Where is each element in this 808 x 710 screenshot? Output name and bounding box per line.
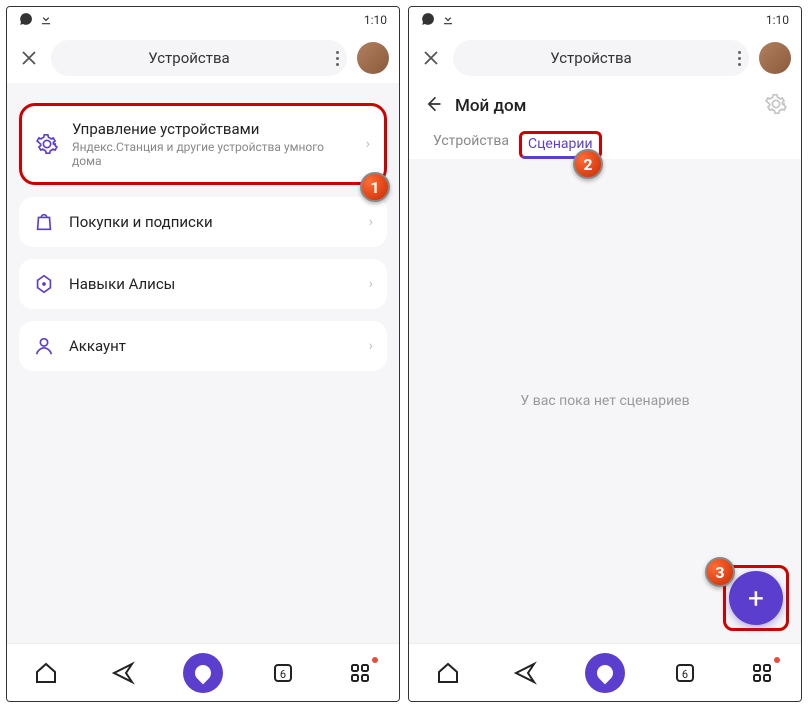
item-title: Управление устройствами xyxy=(72,120,352,138)
scenarios-body: У вас пока нет сценариев + 3 xyxy=(409,159,801,643)
close-button[interactable] xyxy=(17,46,41,70)
callout-badge-2: 2 xyxy=(573,149,603,179)
settings-icon[interactable] xyxy=(765,93,787,119)
item-title: Аккаунт xyxy=(69,337,355,355)
phone-screen-2: 1:10 Устройства Мой дом Устройства Сцена… xyxy=(408,6,802,702)
settings-content: Управление устройствами Яндекс.Станция и… xyxy=(7,83,399,643)
status-bar: 1:10 xyxy=(409,7,801,33)
close-button[interactable] xyxy=(419,46,443,70)
whatsapp-icon xyxy=(19,12,33,29)
nav-tabs[interactable]: 6 xyxy=(265,655,301,691)
avatar[interactable] xyxy=(357,42,389,74)
item-manage-devices[interactable]: Управление устройствами Яндекс.Станция и… xyxy=(19,103,387,185)
plus-icon: + xyxy=(748,582,764,615)
more-icon[interactable] xyxy=(327,51,347,66)
page-title: Мой дом xyxy=(455,96,753,116)
nav-send[interactable] xyxy=(105,655,141,691)
item-account[interactable]: Аккаунт › xyxy=(19,321,387,371)
back-button[interactable] xyxy=(423,94,443,118)
callout-badge-1: 1 xyxy=(360,172,390,202)
nav-apps[interactable] xyxy=(342,655,378,691)
person-icon xyxy=(33,335,55,357)
page-subheader: Мой дом Устройства Сценарии 2 xyxy=(409,83,801,159)
header: Устройства xyxy=(7,33,399,83)
nav-alice[interactable] xyxy=(183,653,223,693)
header: Устройства xyxy=(409,33,801,83)
empty-state-text: У вас пока нет сценариев xyxy=(409,393,801,409)
nav-home[interactable] xyxy=(430,655,466,691)
svg-text:6: 6 xyxy=(279,668,285,681)
notification-dot xyxy=(372,657,378,663)
nav-send[interactable] xyxy=(507,655,543,691)
nav-alice[interactable] xyxy=(585,653,625,693)
alice-icon xyxy=(33,273,55,295)
item-purchases[interactable]: Покупки и подписки › xyxy=(19,197,387,247)
avatar[interactable] xyxy=(759,42,791,74)
svg-text:6: 6 xyxy=(681,668,687,681)
chevron-right-icon: › xyxy=(369,338,373,354)
bag-icon xyxy=(33,211,55,233)
phone-screen-1: 1:10 Устройства Управление устройствами … xyxy=(6,6,400,702)
item-title: Навыки Алисы xyxy=(69,275,355,293)
item-alice-skills[interactable]: Навыки Алисы › xyxy=(19,259,387,309)
nav-home[interactable] xyxy=(28,655,64,691)
nav-tabs[interactable]: 6 xyxy=(667,655,703,691)
whatsapp-icon xyxy=(421,12,435,29)
download-icon xyxy=(441,12,455,29)
tab-devices[interactable]: Устройства xyxy=(423,127,519,159)
header-title-pill[interactable]: Устройства xyxy=(453,40,749,76)
status-bar: 1:10 xyxy=(7,7,399,33)
nav-apps[interactable] xyxy=(744,655,780,691)
chevron-right-icon: › xyxy=(369,276,373,292)
download-icon xyxy=(39,12,53,29)
header-title: Устройства xyxy=(453,49,729,67)
more-icon[interactable] xyxy=(729,51,749,66)
add-scenario-fab[interactable]: + xyxy=(729,571,783,625)
gear-icon xyxy=(36,133,58,155)
item-subtitle: Яндекс.Станция и другие устройства умног… xyxy=(72,140,352,168)
clock-text: 1:10 xyxy=(766,13,789,27)
bottom-nav: 6 xyxy=(409,643,801,701)
item-title: Покупки и подписки xyxy=(69,213,355,231)
header-title-pill[interactable]: Устройства xyxy=(51,40,347,76)
header-title: Устройства xyxy=(51,49,327,67)
callout-badge-3: 3 xyxy=(705,557,735,587)
bottom-nav: 6 xyxy=(7,643,399,701)
chevron-right-icon: › xyxy=(369,214,373,230)
chevron-right-icon: › xyxy=(366,136,370,152)
notification-dot xyxy=(774,657,780,663)
clock-text: 1:10 xyxy=(364,13,387,27)
